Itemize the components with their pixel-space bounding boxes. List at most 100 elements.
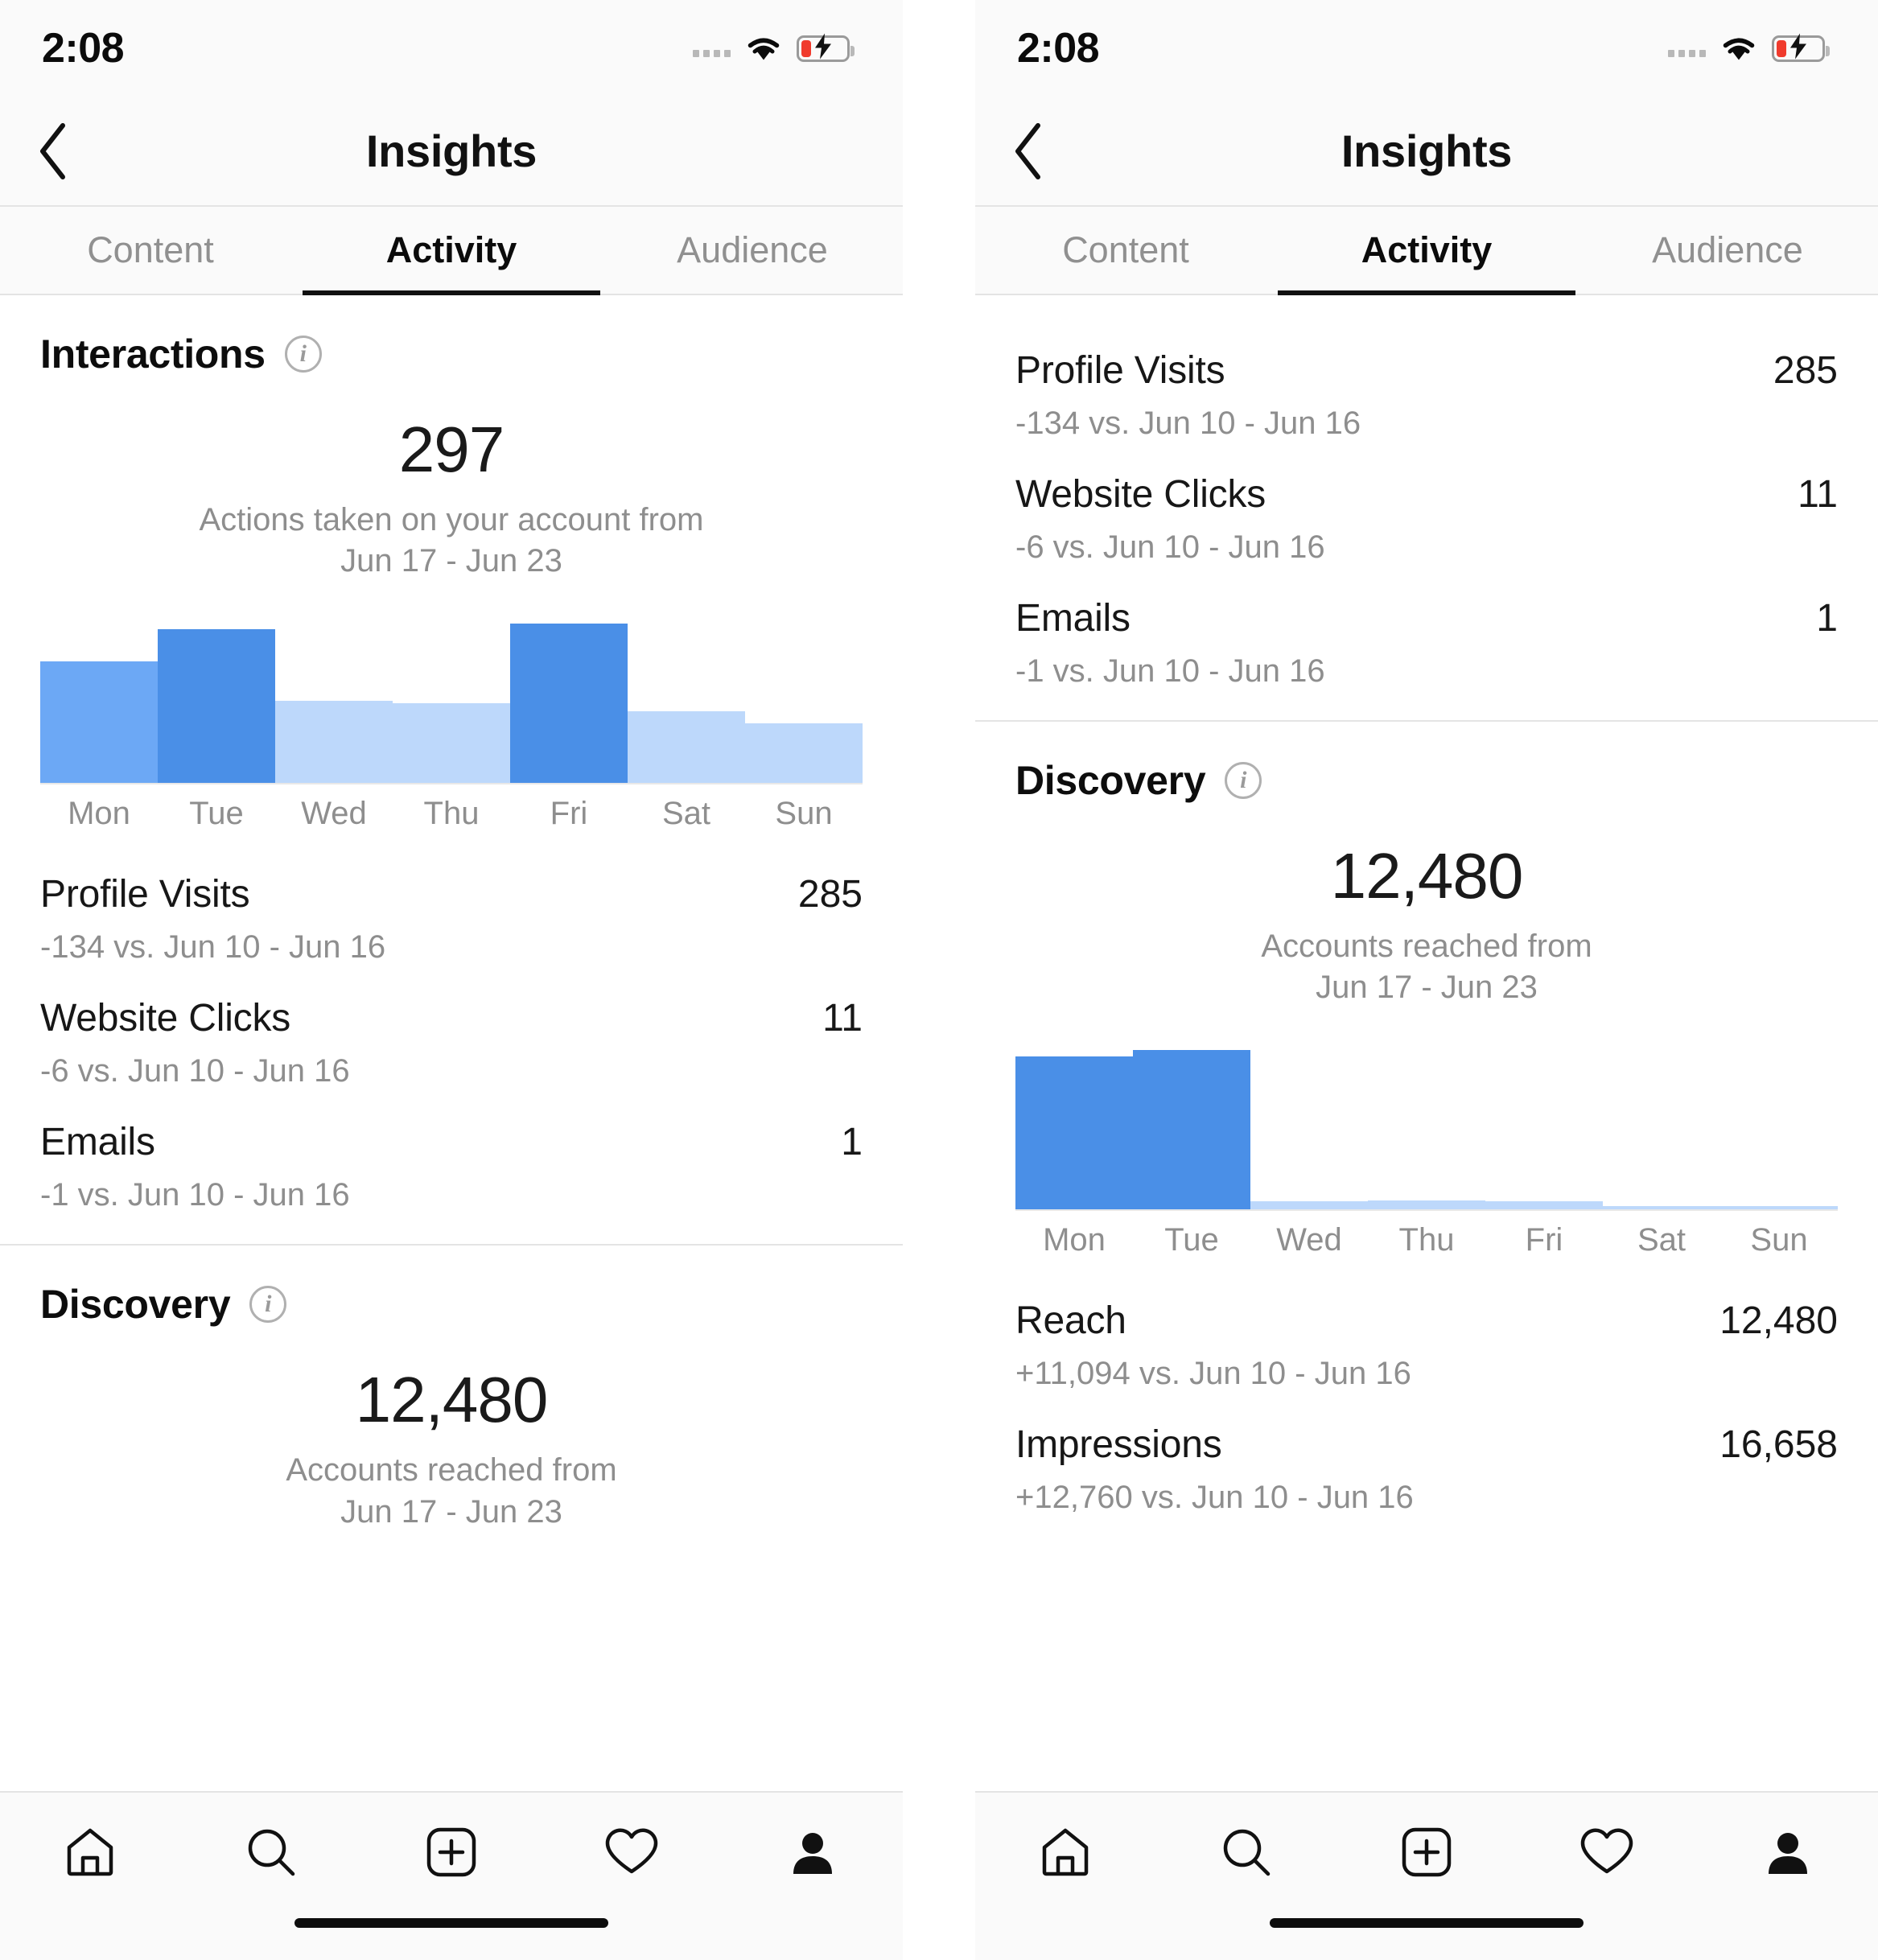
- discovery-subtitle: Accounts reached from Jun 17 - Jun 23: [0, 1450, 903, 1532]
- metric-value: 12,480: [1719, 1299, 1838, 1343]
- add-post-icon: [426, 1827, 476, 1877]
- status-indicators: [693, 33, 855, 62]
- tab-audience[interactable]: Audience: [602, 207, 903, 294]
- tab-audience[interactable]: Audience: [1577, 207, 1878, 294]
- bottom-tab-bar: [975, 1791, 1878, 1912]
- tab-bar-home[interactable]: [0, 1823, 180, 1881]
- chart-xlabel: Wed: [301, 796, 367, 832]
- tab-bar-add-post[interactable]: [1336, 1823, 1517, 1881]
- metric-row[interactable]: Emails 1 -1 vs. Jun 10 - Jun 16: [1015, 572, 1838, 696]
- tab-strip: Content Activity Audience: [0, 207, 903, 295]
- tab-bar-profile[interactable]: [723, 1823, 903, 1881]
- home-indicator[interactable]: [1270, 1918, 1584, 1928]
- metric-value: 11: [822, 997, 863, 1040]
- interactions-section-header: Interactions i: [0, 295, 903, 385]
- status-time: 2:08: [42, 25, 125, 72]
- chart-column: [1603, 1050, 1720, 1210]
- metric-row[interactable]: Profile Visits 285 -134 vs. Jun 10 - Jun…: [40, 848, 863, 972]
- metric-value: 285: [797, 873, 863, 916]
- chart-bar: [393, 703, 510, 784]
- interactions-total: 297: [398, 414, 505, 485]
- discovery-subtitle-line1: Accounts reached from: [286, 1452, 617, 1489]
- heart-icon: [606, 1828, 658, 1874]
- status-indicators: [1668, 33, 1830, 62]
- discovery-weekly-chart: [1015, 1050, 1838, 1212]
- chart-xlabel: Thu: [1398, 1222, 1455, 1258]
- chart-xlabel: Tue: [189, 796, 244, 832]
- tab-bar-home[interactable]: [975, 1823, 1155, 1881]
- status-bar: 2:08: [0, 0, 903, 97]
- discovery-title: Discovery: [40, 1282, 231, 1328]
- left-content-scroll[interactable]: Interactions i 297 Actions taken on your…: [0, 295, 903, 1791]
- chart-xlabel: Fri: [550, 796, 588, 832]
- chart-bar: [275, 701, 393, 784]
- right-content-scroll[interactable]: Profile Visits 285 -134 vs. Jun 10 - Jun…: [975, 295, 1878, 1791]
- tab-bar-search[interactable]: [180, 1823, 360, 1881]
- discovery-total: 12,480: [355, 1364, 549, 1436]
- chart-column: [1368, 1050, 1485, 1210]
- tab-activity[interactable]: Activity: [301, 207, 602, 294]
- metric-row[interactable]: Reach 12,480 +11,094 vs. Jun 10 - Jun 16: [1015, 1274, 1838, 1398]
- metric-row[interactable]: Website Clicks 11 -6 vs. Jun 10 - Jun 16: [1015, 448, 1838, 572]
- tab-bar-profile[interactable]: [1698, 1823, 1878, 1881]
- chart-column: [510, 624, 628, 784]
- discovery-subtitle: Accounts reached from Jun 17 - Jun 23: [975, 926, 1878, 1008]
- discovery-total: 12,480: [1330, 840, 1524, 912]
- tab-bar-activity[interactable]: [542, 1823, 722, 1881]
- chart-column: [1720, 1050, 1838, 1210]
- interactions-subtitle: Actions taken on your account from Jun 1…: [0, 500, 903, 582]
- metric-comparison: -1 vs. Jun 10 - Jun 16: [1015, 653, 1325, 689]
- search-icon: [1223, 1829, 1270, 1876]
- tab-bar-activity[interactable]: [1517, 1823, 1697, 1881]
- chart-bar: [1720, 1206, 1838, 1210]
- metric-name: Profile Visits: [1015, 349, 1225, 392]
- chart-xlabel: Sun: [1750, 1222, 1808, 1258]
- chart-xlabel: Mon: [68, 796, 130, 832]
- tab-bar-search[interactable]: [1155, 1823, 1336, 1881]
- wifi-icon: [1720, 35, 1757, 62]
- metric-comparison: +11,094 vs. Jun 10 - Jun 16: [1015, 1356, 1411, 1392]
- metric-comparison: -1 vs. Jun 10 - Jun 16: [40, 1177, 350, 1213]
- metric-row[interactable]: Profile Visits 285 -134 vs. Jun 10 - Jun…: [1015, 324, 1838, 448]
- metric-comparison: +12,760 vs. Jun 10 - Jun 16: [1015, 1480, 1414, 1516]
- metric-name: Website Clicks: [1015, 473, 1266, 516]
- chart-bar: [158, 628, 275, 784]
- wifi-icon: [745, 35, 782, 62]
- chart-xlabel: Fri: [1525, 1222, 1563, 1258]
- chart-column: [745, 624, 863, 784]
- screenshot-gutter: [903, 0, 975, 1960]
- battery-low-charging-icon: [1772, 33, 1830, 62]
- discovery-subtitle-line2: Jun 17 - Jun 23: [1316, 970, 1538, 1006]
- home-icon: [67, 1828, 113, 1876]
- metric-value: 1: [1816, 597, 1838, 640]
- tab-content[interactable]: Content: [975, 207, 1276, 294]
- metric-comparison: -6 vs. Jun 10 - Jun 16: [40, 1053, 350, 1089]
- chart-column: [1133, 1050, 1250, 1210]
- home-indicator[interactable]: [294, 1918, 608, 1928]
- chart-bar: [628, 710, 745, 784]
- chart-bar: [510, 624, 628, 784]
- battery-low-charging-icon: [797, 33, 855, 62]
- discovery-section-header: Discovery i: [0, 1246, 903, 1336]
- chart-column: [1485, 1050, 1603, 1210]
- chart-column: [40, 624, 158, 784]
- metric-comparison: -134 vs. Jun 10 - Jun 16: [40, 929, 386, 966]
- interactions-subtitle-line1: Actions taken on your account from: [199, 502, 704, 537]
- info-icon[interactable]: i: [284, 336, 322, 373]
- chart-bar: [1485, 1201, 1603, 1210]
- info-icon[interactable]: i: [249, 1286, 287, 1324]
- discovery-title: Discovery: [1015, 758, 1206, 803]
- tab-activity[interactable]: Activity: [1276, 207, 1577, 294]
- metric-row[interactable]: Emails 1 -1 vs. Jun 10 - Jun 16: [40, 1096, 863, 1220]
- metric-row[interactable]: Website Clicks 11 -6 vs. Jun 10 - Jun 16: [40, 972, 863, 1096]
- metric-name: Profile Visits: [40, 873, 250, 916]
- info-icon[interactable]: i: [1225, 762, 1262, 799]
- tab-bar-add-post[interactable]: [361, 1823, 542, 1881]
- metric-row[interactable]: Impressions 16,658 +12,760 vs. Jun 10 - …: [1015, 1398, 1838, 1522]
- dual-screenshot-container: 2:08 Insights Content Activity Audience …: [0, 0, 1878, 1960]
- chart-xlabel: Thu: [423, 796, 480, 832]
- tab-strip: Content Activity Audience: [975, 207, 1878, 295]
- chart-bar: [1603, 1206, 1720, 1210]
- heart-icon: [1581, 1828, 1633, 1874]
- tab-content[interactable]: Content: [0, 207, 301, 294]
